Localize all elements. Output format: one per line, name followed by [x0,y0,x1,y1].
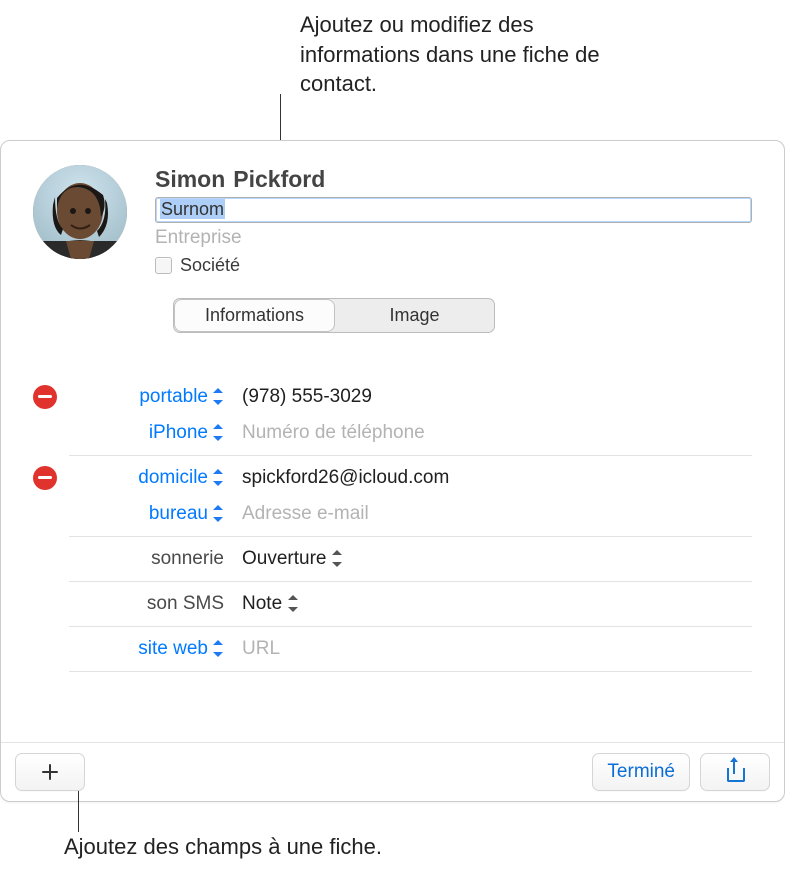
share-icon [727,763,743,782]
url-label: site web [138,638,208,660]
company-field[interactable]: Entreprise [155,227,752,249]
chevron-updown-icon [213,640,224,657]
avatar-image [33,165,127,259]
phone2-label: iPhone [149,422,208,444]
url-input[interactable]: URL [242,638,280,660]
avatar[interactable] [33,165,127,259]
phone-label-select[interactable]: portable [69,386,224,408]
contact-card: Simon Pickford Surnom Entreprise Société… [0,140,785,802]
chevron-updown-icon [332,550,343,567]
email2-input[interactable]: Adresse e-mail [242,503,369,525]
segmented-control: Informations Image [173,298,495,333]
remove-email-button[interactable] [33,466,57,490]
bottom-toolbar: Terminé [1,742,784,801]
chevron-updown-icon [213,469,224,486]
tab-informations[interactable]: Informations [175,300,334,331]
phone2-input[interactable]: Numéro de téléphone [242,422,425,444]
tab-image[interactable]: Image [335,299,494,332]
add-field-button[interactable] [15,753,85,791]
phone-value[interactable]: (978) 555-3029 [242,386,372,408]
done-button[interactable]: Terminé [592,753,690,791]
ringtone-label: sonnerie [69,548,224,570]
email2-label-select[interactable]: bureau [69,503,224,525]
share-button[interactable] [700,753,770,791]
annotation-top: Ajoutez ou modifiez des informations dan… [300,10,600,99]
email-value[interactable]: spickford26@icloud.com [242,467,449,489]
texttone-select[interactable]: Note [242,593,299,615]
url-label-select[interactable]: site web [69,638,224,660]
texttone-label: son SMS [69,593,224,615]
annotation-bottom-line [78,791,79,832]
plus-icon [42,764,58,780]
chevron-updown-icon [213,505,224,522]
email-label: domicile [138,467,208,489]
society-label: Société [180,255,240,276]
chevron-updown-icon [213,424,224,441]
email-label-select[interactable]: domicile [69,467,224,489]
first-name[interactable]: Simon [155,165,225,195]
remove-phone-button[interactable] [33,385,57,409]
nickname-value: Surnom [160,199,225,219]
annotation-bottom: Ajoutez des champs à une fiche. [64,834,382,860]
society-checkbox[interactable] [155,257,172,274]
phone2-label-select[interactable]: iPhone [69,422,224,444]
email2-label: bureau [149,503,208,525]
nickname-field[interactable]: Surnom [155,197,752,223]
phone-label: portable [139,386,208,408]
last-name[interactable]: Pickford [233,165,325,195]
chevron-updown-icon [288,595,299,612]
chevron-updown-icon [213,388,224,405]
ringtone-select[interactable]: Ouverture [242,548,343,570]
